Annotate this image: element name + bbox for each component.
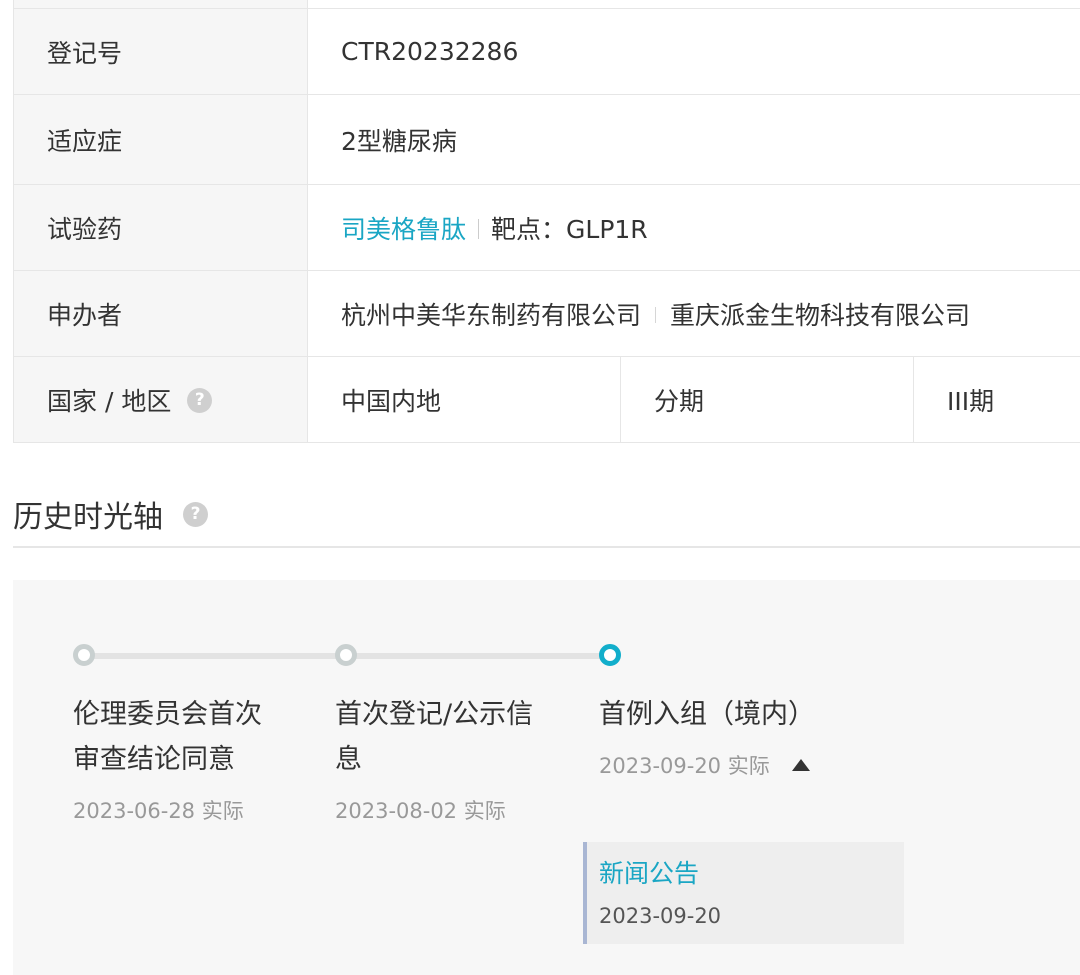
timeline-event-date: 2023-09-20 实际: [599, 750, 814, 780]
news-date: 2023-09-20: [599, 904, 722, 928]
timeline-event: 首次登记/公示信息 2023-08-02 实际: [335, 692, 550, 825]
registration-value: CTR20232286: [306, 8, 1080, 95]
country-label: 国家 / 地区: [47, 386, 172, 416]
timeline-node-dot-active: [599, 644, 621, 666]
timeline-panel: 伦理委员会首次审查结论同意 2023-06-28 实际 首次登记/公示信息 20…: [13, 580, 1080, 975]
drug-cell: 司美格鲁肽 靶点：GLP1R: [306, 184, 1080, 271]
drug-label: 试验药: [13, 184, 308, 271]
country-value: 中国内地: [307, 356, 621, 443]
table-row-sponsor: 申办者 杭州中美华东制药有限公司 重庆派金生物科技有限公司: [13, 270, 1080, 357]
separator: [478, 218, 480, 239]
timeline-event-date: 2023-08-02 实际: [335, 799, 506, 823]
phase-label: 分期: [620, 356, 914, 443]
timeline-event-label: 首次登记/公示信息: [335, 699, 534, 775]
sponsor-name: 重庆派金生物科技有限公司: [670, 300, 971, 330]
timeline-event-date: 2023-06-28 实际: [73, 799, 244, 823]
timeline-event: 首例入组（境内） 2023-09-20 实际: [599, 692, 815, 780]
news-title-link[interactable]: 新闻公告: [599, 854, 904, 890]
table-row-partial: [13, 0, 1080, 9]
timeline-event-label: 首例入组（境内）: [599, 699, 815, 730]
drug-name-link[interactable]: 司美格鲁肽: [341, 215, 466, 244]
trial-info-table: 登记号 CTR20232286 适应症 2型糖尿病 试验药 司美格鲁肽 靶点：GL…: [13, 0, 1080, 443]
table-row-drug: 试验药 司美格鲁肽 靶点：GLP1R: [13, 184, 1080, 271]
timeline-connector: [346, 653, 612, 659]
sponsor-name: 杭州中美华东制药有限公司: [341, 300, 642, 330]
timeline-node-dot: [335, 644, 357, 666]
help-icon[interactable]: ?: [183, 501, 208, 527]
timeline-header: 历史时光轴 ?: [13, 492, 208, 536]
registration-label: 登记号: [13, 8, 308, 95]
indication-label: 适应症: [13, 94, 308, 185]
drug-target: 靶点：GLP1R: [491, 214, 648, 244]
news-card: 新闻公告 2023-09-20: [583, 842, 904, 944]
caret-up-icon[interactable]: [791, 759, 810, 771]
table-row-registration: 登记号 CTR20232286: [13, 8, 1080, 95]
separator: [655, 306, 657, 323]
divider: [13, 546, 1080, 548]
table-row-indication: 适应症 2型糖尿病: [13, 94, 1080, 185]
indication-value: 2型糖尿病: [306, 94, 1080, 185]
timeline-connector: [83, 653, 349, 659]
timeline-event-label: 伦理委员会首次审查结论同意: [73, 699, 262, 775]
table-row-country: 国家 / 地区? 中国内地 分期 III期: [13, 356, 1080, 443]
country-label-cell: 国家 / 地区?: [13, 356, 308, 443]
phase-value: III期: [912, 356, 1080, 443]
sponsor-label: 申办者: [13, 270, 308, 357]
sponsor-cell: 杭州中美华东制药有限公司 重庆派金生物科技有限公司: [306, 270, 1080, 357]
timeline-title: 历史时光轴: [13, 500, 163, 535]
help-icon[interactable]: ?: [187, 388, 213, 413]
timeline-event: 伦理委员会首次审查结论同意 2023-06-28 实际: [73, 692, 288, 825]
timeline-node-dot: [73, 644, 95, 666]
